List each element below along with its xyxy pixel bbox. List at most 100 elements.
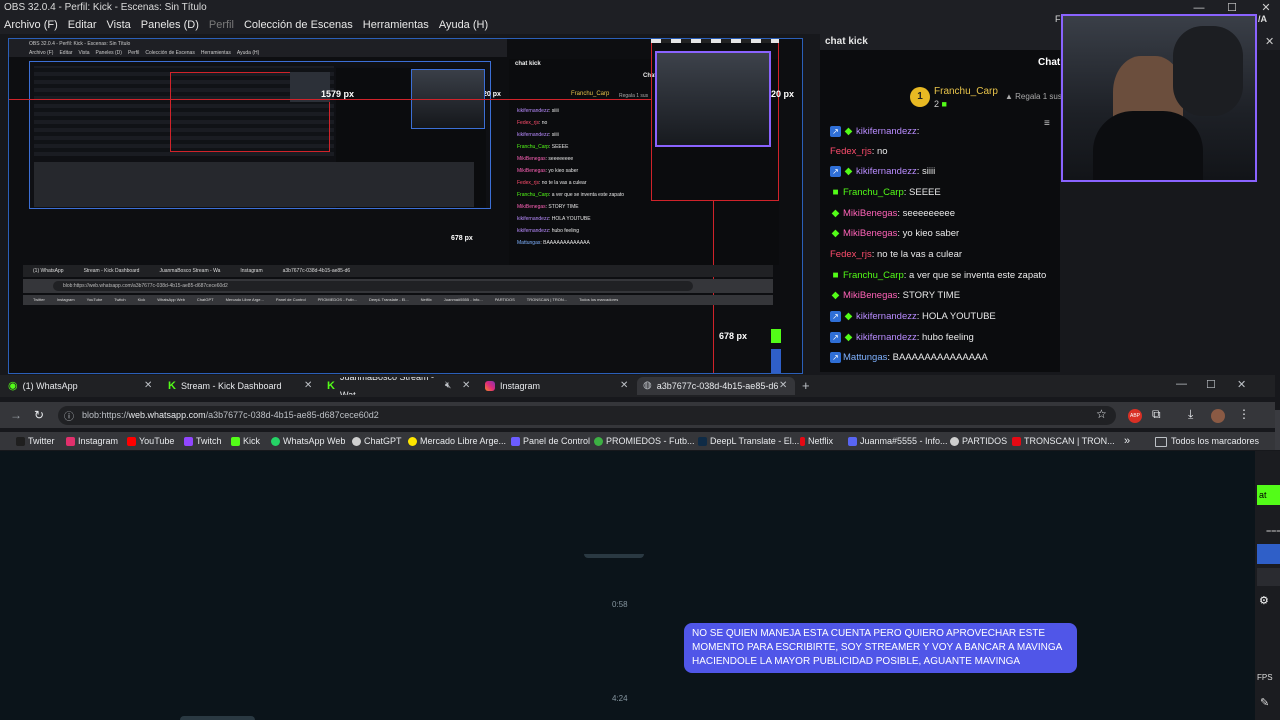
extensions-icon[interactable]: ⧉ bbox=[1152, 407, 1161, 422]
dock-close-icon[interactable]: ✕ bbox=[1265, 35, 1274, 48]
menu-herramientas[interactable]: Herramientas bbox=[363, 16, 429, 34]
tab-active-blob[interactable]: ◍ a3b7677c-038d-4b15-ae85-d6 bbox=[637, 377, 795, 395]
chat-username[interactable]: kikifernandezz bbox=[856, 126, 917, 137]
bookmark-item[interactable]: Juanma#5555 - Info... bbox=[848, 436, 948, 447]
tab-close-icon[interactable]: ✕ bbox=[304, 380, 312, 391]
bookmark-item[interactable]: Mercado Libre Arge... bbox=[408, 436, 506, 447]
side-blue-button[interactable] bbox=[1257, 544, 1280, 564]
bookmark-item[interactable]: Kick bbox=[231, 436, 261, 447]
sub-badge-icon: ■ bbox=[832, 187, 839, 198]
browser-minimize-icon[interactable]: — bbox=[1176, 378, 1187, 390]
nested-chat-user: kikifernandezz bbox=[517, 228, 549, 234]
bookmark-item[interactable]: WhatsApp Web bbox=[271, 436, 345, 447]
more-bookmarks-icon[interactable]: » bbox=[1124, 436, 1130, 447]
bookmark-item[interactable]: TRONSCAN | TRON... bbox=[1012, 436, 1115, 447]
nested-bookmark: YouTube bbox=[86, 297, 103, 302]
bookmark-item[interactable]: PARTIDOS bbox=[950, 436, 1007, 447]
menu-ayuda[interactable]: Ayuda (H) bbox=[439, 16, 488, 34]
chat-username[interactable]: Franchu_Carp bbox=[843, 187, 904, 198]
new-tab-button[interactable]: + bbox=[802, 378, 810, 393]
nested-chat-text: BAAAAAAAAAAAAA bbox=[543, 240, 590, 246]
tab-kick-stream[interactable]: K JuanmaBosco Stream - Wat bbox=[327, 377, 443, 395]
address-bar[interactable]: blob:https://web.whatsapp.com/a3b7677c-0… bbox=[58, 406, 1116, 425]
tab-close-icon[interactable]: ✕ bbox=[462, 380, 470, 391]
tab-whatsapp[interactable]: ◉ (1) WhatsApp bbox=[8, 377, 158, 395]
chat-username[interactable]: Mattungas bbox=[843, 352, 887, 363]
tab-label: Stream - Kick Dashboard bbox=[180, 381, 282, 391]
chat-username[interactable]: kikifernandezz bbox=[856, 332, 917, 343]
menu-perfil[interactable]: Perfil bbox=[209, 16, 234, 34]
pinned-user[interactable]: Franchu_Carp bbox=[934, 86, 998, 97]
chat-username[interactable]: Fedex_rjs bbox=[830, 249, 872, 260]
bookmark-item[interactable]: Instagram bbox=[66, 436, 118, 447]
bookmark-item[interactable]: DeepL Translate - El... bbox=[698, 436, 799, 447]
tab-close-icon[interactable]: ✕ bbox=[620, 380, 628, 391]
nested-bookmark: Twitch bbox=[114, 297, 126, 302]
chat-username[interactable]: MikiBenegas bbox=[843, 208, 897, 219]
adblock-icon[interactable]: ABP bbox=[1128, 409, 1142, 423]
chat-username[interactable]: kikifernandezz bbox=[856, 166, 917, 177]
message-bubble[interactable]: NO SE QUIEN MANEJA ESTA CUENTA PERO QUIE… bbox=[684, 623, 1077, 673]
nested-bookmark: ChatGPT bbox=[196, 297, 214, 302]
nested-chat-text: seeeeeeee bbox=[548, 156, 574, 162]
bookmark-item[interactable]: Twitch bbox=[184, 436, 222, 447]
download-icon[interactable]: ⤓ bbox=[1188, 407, 1193, 422]
verified-badge-icon: ↗ bbox=[830, 126, 841, 137]
nested-bookmark: Todos los marcadores bbox=[579, 297, 619, 302]
bookmark-item[interactable]: ChatGPT bbox=[352, 436, 402, 447]
chat-username[interactable]: kikifernandezz bbox=[856, 311, 917, 322]
chat-text: no te la vas a culear bbox=[877, 249, 963, 260]
tab-close-icon[interactable]: ✕ bbox=[779, 380, 787, 391]
nested-bookmark: Panel de Control bbox=[275, 297, 306, 302]
dock-menu-icon[interactable]: ⩶ bbox=[1266, 525, 1280, 536]
bookmark-label: Kick bbox=[243, 436, 261, 446]
menu-archivo[interactable]: Archivo (F) bbox=[4, 16, 58, 34]
tab-instagram[interactable]: Instagram bbox=[485, 377, 615, 395]
profile-avatar[interactable] bbox=[1211, 409, 1225, 423]
nested-tab: JuanmaBosco Stream - Wa bbox=[159, 268, 221, 274]
gift-icon: ■ bbox=[941, 99, 947, 109]
chat-text: seeeeeeeee bbox=[902, 208, 955, 220]
back-icon[interactable]: → bbox=[10, 408, 22, 422]
chat-username[interactable]: MikiBenegas bbox=[843, 290, 897, 301]
side-gray-button[interactable] bbox=[1257, 568, 1280, 586]
browser-close-icon[interactable]: ✕ bbox=[1237, 378, 1246, 391]
menu-coleccion-escenas[interactable]: Colección de Escenas bbox=[244, 16, 353, 34]
nested-chat-user: MikiBenegas bbox=[517, 168, 546, 174]
mute-icon[interactable]: 🔇︎ bbox=[445, 380, 451, 391]
url-path: /a3b7677c-038d-4b15-ae85-d687cece60d2 bbox=[205, 410, 379, 420]
nested-chat-text: no bbox=[541, 120, 548, 126]
scroll-indicator bbox=[584, 554, 644, 558]
reload-icon[interactable]: ↻ bbox=[34, 408, 44, 422]
filter-icon[interactable]: ≡ bbox=[1044, 118, 1050, 129]
gear-icon[interactable]: ⚙ bbox=[1259, 594, 1269, 607]
youtube-icon bbox=[127, 437, 136, 447]
browser-maximize-icon[interactable]: ☐ bbox=[1206, 378, 1216, 391]
bookmark-item[interactable]: Panel de Control bbox=[511, 436, 590, 447]
all-bookmarks[interactable]: Todos los marcadores bbox=[1155, 436, 1259, 447]
edit-icon[interactable]: ✎ bbox=[1260, 696, 1269, 709]
browser-scrollbar[interactable] bbox=[1275, 410, 1280, 450]
site-info-icon[interactable]: ⓘ bbox=[64, 408, 74, 423]
menu-paneles[interactable]: Paneles (D) bbox=[141, 16, 199, 34]
more-menu-icon[interactable]: ⋮ bbox=[1238, 407, 1250, 421]
bookmark-star-icon[interactable]: ☆ bbox=[1096, 407, 1107, 421]
menu-editar[interactable]: Editar bbox=[68, 16, 97, 34]
chat-text: HOLA YOUTUBE bbox=[922, 311, 996, 323]
promiedos-icon bbox=[594, 437, 603, 447]
bookmark-item[interactable]: Netflix bbox=[800, 436, 833, 447]
tab-close-icon[interactable]: ✕ bbox=[144, 380, 152, 391]
verified-badge-icon: ↗ bbox=[830, 352, 841, 363]
bookmark-item[interactable]: YouTube bbox=[127, 436, 174, 447]
menu-vista[interactable]: Vista bbox=[107, 16, 131, 34]
chat-username[interactable]: Fedex_rjs bbox=[830, 146, 872, 157]
webcam-source[interactable] bbox=[655, 51, 771, 147]
bookmark-item[interactable]: PROMIEDOS - Futb... bbox=[594, 436, 695, 447]
bookmark-item[interactable]: Twitter bbox=[16, 436, 55, 447]
obs-preview-canvas[interactable]: OBS 32.0.4 - Perfil: Kick - Escenas: Sin… bbox=[8, 38, 803, 374]
chat-username[interactable]: Franchu_Carp bbox=[843, 270, 904, 281]
instagram-icon bbox=[66, 437, 75, 447]
gift-sub-icon: ▲ bbox=[1005, 92, 1013, 101]
tab-kick-dashboard[interactable]: K Stream - Kick Dashboard bbox=[168, 377, 318, 395]
chat-username[interactable]: MikiBenegas bbox=[843, 228, 897, 239]
